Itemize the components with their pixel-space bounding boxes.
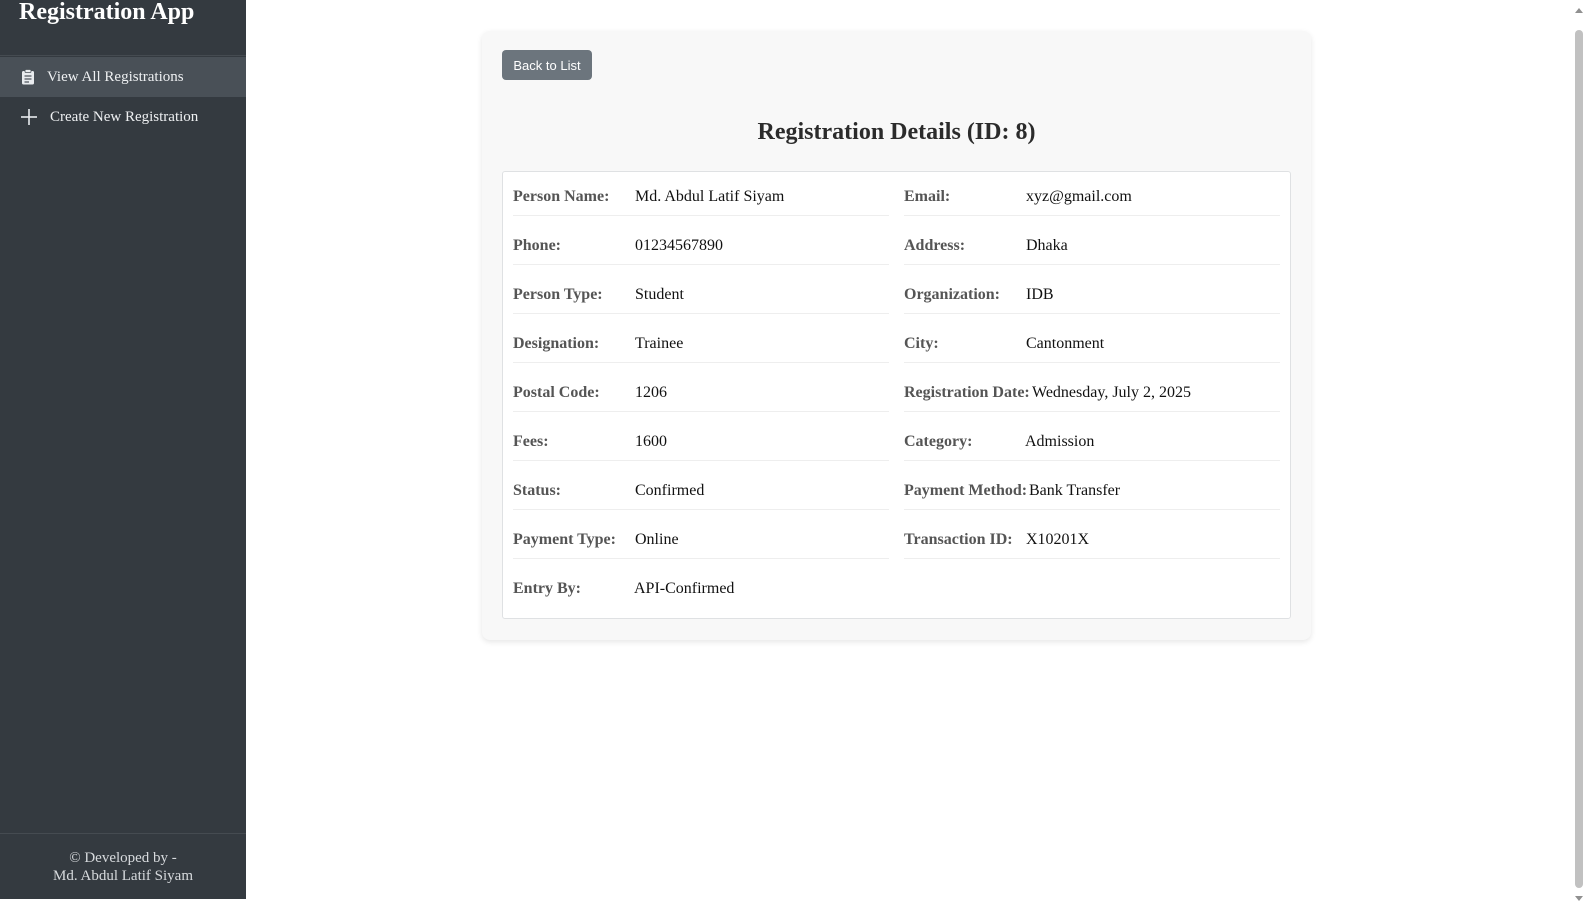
field-value: Confirmed [635, 482, 705, 499]
sidebar-item-label: Create New Registration [50, 108, 199, 125]
field-label: Address: [904, 237, 966, 254]
vertical-scrollbar[interactable] [1570, 0, 1588, 917]
sidebar-item-create-new-registration[interactable]: Create New Registration [0, 97, 246, 137]
scrollbar-thumb[interactable] [1575, 30, 1583, 888]
field-label: Payment Type: [513, 531, 616, 548]
sidebar: Registration App View All Registrations … [0, 0, 246, 899]
field-label: Transaction ID: [904, 531, 1013, 548]
field-value: xyz@gmail.com [1026, 188, 1132, 205]
app-title: Registration App [19, 0, 195, 25]
field-organization: Organization: IDB [904, 270, 1280, 314]
field-label: Status: [513, 482, 562, 499]
footer-author: Md. Abdul Latif Siyam [53, 868, 193, 884]
footer-credit: © Developed by - [69, 850, 177, 866]
sidebar-item-view-all-registrations[interactable]: View All Registrations [0, 57, 246, 97]
field-label: Person Name: [513, 188, 610, 205]
field-label: Entry By: [513, 580, 581, 597]
field-value: Bank Transfer [1029, 482, 1121, 499]
back-to-list-button[interactable]: Back to List [502, 50, 592, 80]
field-entry-by: Entry By: API-Confirmed [513, 564, 889, 608]
field-label: Email: [904, 188, 951, 205]
field-value: Admission [1025, 433, 1095, 450]
field-label: Payment Method: [904, 482, 1028, 499]
field-city: City: Cantonment [904, 319, 1280, 363]
field-phone: Phone: 01234567890 [513, 221, 889, 265]
field-registration-date: Registration Date: Wednesday, July 2, 20… [904, 368, 1280, 412]
field-value: IDB [1026, 286, 1054, 303]
field-designation: Designation: Trainee [513, 319, 889, 363]
field-value: 1600 [635, 433, 667, 450]
field-label: Designation: [513, 335, 600, 352]
field-value: 01234567890 [635, 237, 723, 254]
sidebar-footer: © Developed by - Md. Abdul Latif Siyam [0, 833, 246, 899]
sidebar-item-label: View All Registrations [47, 68, 184, 85]
registration-details-card: Back to List Registration Details (ID: 8… [482, 31, 1311, 640]
field-value: Cantonment [1026, 335, 1105, 352]
field-value: Wednesday, July 2, 2025 [1032, 384, 1191, 401]
field-payment-type: Payment Type: Online [513, 515, 889, 559]
plus-icon [20, 108, 38, 126]
field-value: Md. Abdul Latif Siyam [635, 188, 785, 205]
field-label: Fees: [513, 433, 549, 450]
page-title: Registration Details (ID: 8) [757, 119, 1036, 145]
clipboard-icon [19, 68, 37, 86]
field-payment-method: Payment Method: Bank Transfer [904, 466, 1280, 510]
field-fees: Fees: 1600 [513, 417, 889, 461]
field-label: Category: [904, 433, 973, 450]
field-status: Status: Confirmed [513, 466, 889, 510]
field-value: Student [635, 286, 684, 303]
field-postal-code: Postal Code: 1206 [513, 368, 889, 412]
field-email: Email: xyz@gmail.com [904, 172, 1280, 216]
field-value: Dhaka [1026, 237, 1068, 254]
sidebar-divider [0, 55, 246, 56]
field-label: Postal Code: [513, 384, 600, 401]
field-value: API-Confirmed [634, 580, 735, 597]
field-label: Person Type: [513, 286, 603, 303]
field-value: X10201X [1026, 531, 1090, 548]
field-person-name: Person Name: Md. Abdul Latif Siyam [513, 172, 889, 216]
field-address: Address: Dhaka [904, 221, 1280, 265]
field-label: Phone: [513, 237, 561, 254]
details-grid: Person Name: Md. Abdul Latif Siyam Email… [502, 171, 1291, 619]
field-label: Registration Date: [904, 384, 1030, 401]
field-person-type: Person Type: Student [513, 270, 889, 314]
field-category: Category: Admission [904, 417, 1280, 461]
field-label: City: [904, 335, 939, 352]
field-transaction-id: Transaction ID: X10201X [904, 515, 1280, 559]
scroll-down-arrow-icon[interactable] [1575, 896, 1583, 901]
scroll-up-arrow-icon[interactable] [1575, 8, 1583, 13]
field-value: Online [635, 531, 679, 548]
field-label: Organization: [904, 286, 1000, 303]
field-value: Trainee [635, 335, 684, 352]
field-value: 1206 [635, 384, 667, 401]
